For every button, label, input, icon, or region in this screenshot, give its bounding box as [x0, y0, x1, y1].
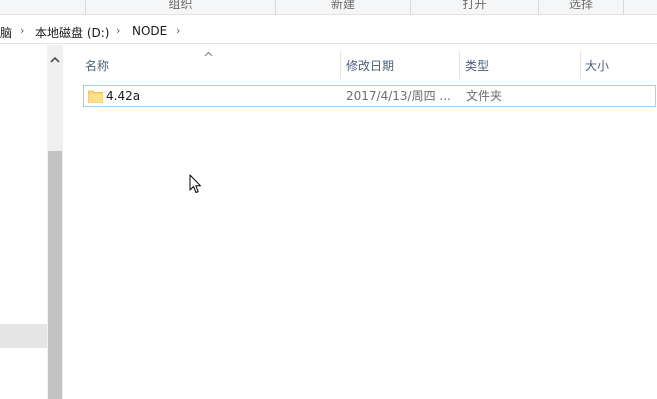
file-type: 文件夹	[466, 89, 503, 103]
scrollbar-thumb[interactable]	[48, 151, 62, 399]
breadcrumb-chevron-icon[interactable]: ›	[176, 24, 180, 37]
ribbon-group-organize: 组织	[85, 0, 275, 15]
nav-scrollbar[interactable]	[47, 45, 63, 399]
mouse-pointer-icon	[189, 174, 203, 194]
folder-icon	[88, 89, 103, 103]
column-header-type[interactable]: 类型	[460, 52, 580, 80]
file-row[interactable]: 4.42a 2017/4/13/周四 ... 文件夹	[83, 85, 656, 107]
breadcrumb-item-node[interactable]: NODE	[132, 24, 167, 38]
ribbon-group-select: 选择	[538, 0, 623, 15]
column-header-modified[interactable]: 修改日期	[341, 52, 459, 80]
file-name: 4.42a	[106, 89, 141, 103]
breadcrumb-chevron-icon[interactable]: ›	[116, 24, 120, 37]
breadcrumb: 脑 › 本地磁盘 (D:) › NODE ›	[0, 19, 657, 44]
navigation-pane	[0, 45, 48, 399]
ribbon-group-new: 新建	[275, 0, 410, 15]
ribbon-group-open: 打开	[410, 0, 538, 15]
scroll-up-arrow-icon[interactable]	[47, 51, 63, 67]
nav-selected-item[interactable]	[0, 324, 47, 348]
ribbon-group-bar: 组织 新建 打开 选择	[0, 0, 657, 15]
column-header-size[interactable]: 大小	[580, 52, 657, 80]
file-modified: 2017/4/13/周四 ...	[346, 89, 451, 103]
breadcrumb-item-drive-d[interactable]: 本地磁盘 (D:)	[35, 24, 109, 41]
breadcrumb-item-this-pc[interactable]: 脑	[0, 24, 12, 41]
file-list: 名称 修改日期 类型 大小 4.42a 2017/4/13/周四 ... 文件夹	[63, 45, 657, 399]
breadcrumb-chevron-icon[interactable]: ›	[20, 24, 24, 37]
ribbon-group-edge	[623, 0, 657, 15]
column-header-name[interactable]: 名称	[80, 52, 340, 80]
